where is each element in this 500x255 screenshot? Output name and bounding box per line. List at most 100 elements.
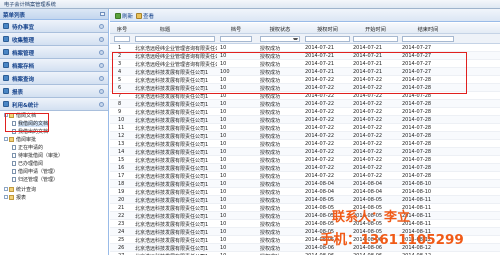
table-cell: 2014-07-22 — [305, 117, 335, 123]
table-cell: 10 — [220, 213, 227, 219]
table-cell: 13 — [118, 141, 125, 147]
table-cell: 2014-07-22 — [353, 109, 383, 115]
table-row[interactable]: 20 北京浩远科技发展有限责任公司1 10 授权成功 2014-08-05 2014-08… — [110, 196, 500, 204]
sidebar-item-label: 报表 — [12, 90, 24, 96]
table-row[interactable]: 19 北京浩远科技发展有限责任公司1 10 授权成功 2014-08-04 2014-08… — [110, 188, 500, 196]
column-header[interactable]: 序号 — [114, 26, 130, 33]
table-cell: 23 — [118, 221, 125, 227]
table-cell: 北京浩远科技发展有限责任公司1 — [135, 142, 209, 148]
filter-input[interactable] — [402, 36, 454, 42]
tree-node-label: 已办理借阅 — [18, 161, 44, 167]
search-icon — [3, 75, 9, 81]
table-cell: 2014-08-04 — [305, 189, 335, 195]
table-row[interactable]: 16 北京浩远科技发展有限责任公司1 10 授权成功 2014-07-22 2014-07… — [110, 164, 500, 172]
table-cell: 10 — [220, 141, 227, 147]
filter-input[interactable] — [135, 36, 215, 42]
table-cell: 26 — [118, 245, 125, 251]
column-header[interactable]: 授权状态 — [260, 26, 300, 33]
table-row[interactable]: 11 北京浩远科技发展有限责任公司1 10 授权成功 2014-07-22 2014-07… — [110, 124, 500, 132]
sidebar-header: 菜单列表 — [0, 9, 108, 20]
table-cell: 授权成功 — [260, 142, 281, 148]
table-cell: 10 — [220, 229, 227, 235]
table-cell: 2014-08-11 — [402, 197, 432, 203]
table-cell: 授权成功 — [260, 134, 281, 140]
collapse-icon[interactable] — [100, 12, 105, 16]
table-row[interactable]: 9 北京浩远科技发展有限责任公司1 10 授权成功 2014-07-22 2014-07-… — [110, 108, 500, 116]
tree-node-label: 归还管理（管理） — [18, 177, 59, 183]
table-row[interactable]: 1 北京浩远经纬企业管理咨询有限责任公 10 授权成功 2014-07-21 2014-0… — [110, 44, 500, 52]
table-cell: 授权成功 — [260, 198, 281, 204]
sidebar-item[interactable]: 档案存档 — [0, 59, 108, 72]
sidebar-item[interactable]: 利用&统计 — [0, 98, 108, 111]
sidebar-item[interactable]: 待办事宜 — [0, 20, 108, 33]
table-row[interactable]: 8 北京浩远科技发展有限责任公司1 10 授权成功 2014-07-22 2014-07-… — [110, 100, 500, 108]
expand-toggle-icon[interactable] — [4, 187, 8, 191]
expand-toggle-icon[interactable] — [4, 137, 8, 141]
column-header[interactable]: 标题 — [135, 26, 195, 33]
table-cell: 2014-07-22 — [305, 133, 335, 139]
filter-input[interactable] — [353, 36, 398, 42]
table-cell: 北京浩远科技发展有限责任公司1 — [135, 166, 209, 172]
table-cell: 10 — [220, 165, 227, 171]
table-cell: 授权成功 — [260, 126, 281, 132]
sidebar-item[interactable]: 报表 — [0, 85, 108, 98]
filter-input[interactable] — [114, 36, 130, 42]
table-row[interactable]: 10 北京浩远科技发展有限责任公司1 10 授权成功 2014-07-22 2014-07… — [110, 116, 500, 124]
table-cell: 11 — [118, 125, 125, 131]
filter-select[interactable] — [260, 36, 300, 42]
filter-input[interactable] — [305, 36, 350, 42]
view-button[interactable]: 查看 — [136, 12, 154, 20]
tree-node[interactable]: 已办理借阅 — [12, 160, 43, 167]
column-header[interactable]: 档号 — [220, 26, 252, 33]
sidebar-item[interactable]: 档案管理 — [0, 46, 108, 59]
storage-icon — [3, 62, 9, 68]
table-row[interactable]: 12 北京浩远科技发展有限责任公司1 10 授权成功 2014-07-22 2014-07… — [110, 132, 500, 140]
table-cell: 2014-07-22 — [353, 117, 383, 123]
tree-node[interactable]: 正在申请的 — [12, 144, 43, 151]
table-cell: 2014-07-22 — [305, 125, 335, 131]
tree-node-label: 借阅申请（管理） — [18, 169, 59, 175]
document-icon — [12, 145, 16, 150]
highlight-box-sidebar — [5, 113, 49, 132]
column-header[interactable]: 结束时间 — [402, 26, 454, 33]
table-row[interactable]: 15 北京浩远科技发展有限责任公司1 10 授权成功 2014-07-22 2014-07… — [110, 156, 500, 164]
table-cell: 9 — [118, 109, 122, 115]
sidebar: 菜单列表 待办事宜 收集整理 档案管理 档案存档 档案查询 报表 利用&统计 借阅文档 我借阅… — [0, 9, 109, 255]
expand-toggle-icon[interactable] — [4, 195, 8, 199]
column-header[interactable]: 开始时间 — [353, 26, 398, 33]
table-row[interactable]: 18 北京浩远科技发展有限责任公司1 10 授权成功 2014-08-04 2014-08… — [110, 180, 500, 188]
table-cell: 10 — [220, 125, 227, 131]
column-header[interactable]: 授权时间 — [305, 26, 350, 33]
table-row[interactable]: 17 北京浩远科技发展有限责任公司1 10 授权成功 2014-07-22 2014-07… — [110, 172, 500, 180]
table-cell: 2014-07-21 — [305, 45, 335, 51]
tree-node[interactable]: 借阅申请（管理） — [12, 168, 58, 175]
tree-node[interactable]: 报表 — [4, 194, 26, 201]
table-cell: 10 — [220, 245, 227, 251]
table-cell: 北京浩远科技发展有限责任公司1 — [135, 222, 209, 228]
filter-input[interactable] — [220, 36, 252, 42]
table-cell: 2014-07-28 — [402, 149, 432, 155]
table-cell: 10 — [220, 45, 227, 51]
table-cell: 2014-07-28 — [402, 117, 432, 123]
table-cell: 北京浩远科技发展有限责任公司1 — [135, 214, 209, 220]
sidebar-item[interactable]: 收集整理 — [0, 33, 108, 46]
table-cell: 10 — [118, 117, 125, 123]
tree-node[interactable]: 归还管理（管理） — [12, 176, 58, 183]
table-cell: 北京浩远科技发展有限责任公司1 — [135, 118, 209, 124]
table-cell: 2014-08-10 — [402, 189, 432, 195]
app-title: 电子会计档案管理系统 — [4, 2, 56, 8]
tree-node[interactable]: 统计查询 — [4, 186, 36, 193]
tree-node[interactable]: 借阅审批 — [4, 136, 36, 143]
table-cell: 25 — [118, 237, 125, 243]
title-bar: 电子会计档案管理系统 — [0, 0, 500, 9]
table-cell: 2014-08-04 — [353, 181, 383, 187]
document-icon — [12, 161, 16, 166]
table-row[interactable]: 14 北京浩远科技发展有限责任公司1 10 授权成功 2014-07-22 2014-07… — [110, 148, 500, 156]
table-cell: 24 — [118, 229, 125, 235]
sidebar-item[interactable]: 档案查询 — [0, 72, 108, 85]
refresh-button[interactable]: 刷新 — [115, 12, 133, 20]
tree-node[interactable]: 待审批借阅（审批） — [12, 152, 63, 159]
table-row[interactable]: 13 北京浩远科技发展有限责任公司1 10 授权成功 2014-07-22 2014-07… — [110, 140, 500, 148]
table-cell: 授权成功 — [260, 174, 281, 180]
table-cell: 授权成功 — [260, 150, 281, 156]
